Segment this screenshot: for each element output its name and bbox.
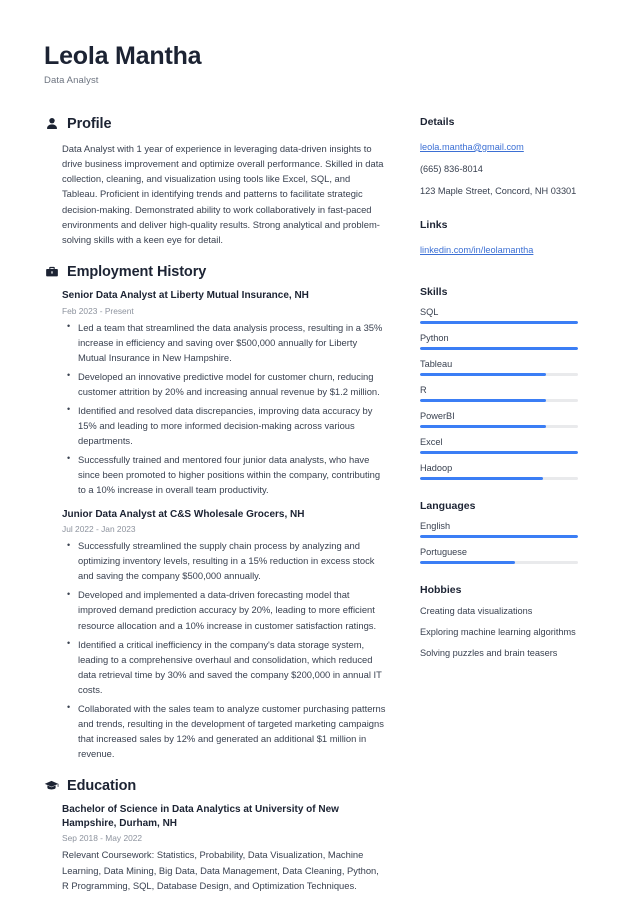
- bullet-item: Developed and implemented a data-driven …: [67, 587, 386, 632]
- skill-bar-fill: [420, 320, 578, 324]
- language-label: English: [420, 520, 451, 531]
- skill-bar-fill: [420, 346, 578, 350]
- phone-text: (665) 836-8014: [420, 163, 483, 174]
- skill-bar-fill: [420, 372, 547, 376]
- resume-header: Leola Mantha Data Analyst: [44, 42, 596, 86]
- email-link[interactable]: leola.mantha@gmail.com: [420, 141, 524, 155]
- hobby-item: Creating data visualizations: [420, 605, 533, 616]
- section-profile: Profile Data Analyst with 1 year of expe…: [44, 116, 386, 248]
- skill-label: PowerBI: [420, 410, 455, 421]
- resume-columns: Profile Data Analyst with 1 year of expe…: [44, 116, 596, 910]
- bullet-item: Identified a critical inefficiency in th…: [67, 636, 386, 697]
- skill-label: Python: [420, 332, 449, 343]
- skill-bar-track: [420, 450, 578, 454]
- section-body-employment: Senior Data Analyst at Liberty Mutual In…: [44, 289, 386, 761]
- education-entry-title: Bachelor of Science in Data Analytics at…: [62, 803, 339, 830]
- bullet-item: Successfully streamlined the supply chai…: [67, 538, 386, 583]
- language-item: English: [420, 521, 578, 538]
- education-entry-coursework: Relevant Coursework: Statistics, Probabi…: [62, 849, 379, 891]
- skill-label: SQL: [420, 306, 439, 317]
- skill-bar-track: [420, 476, 578, 480]
- skill-item: Hadoop: [420, 463, 578, 480]
- language-bar-fill: [420, 560, 515, 564]
- skill-item: SQL: [420, 307, 578, 324]
- bullet-item: Successfully trained and mentored four j…: [67, 451, 386, 497]
- employment-entry-date: Jul 2022 - Jan 2023: [62, 524, 136, 535]
- sidebar-title-hobbies: Hobbies: [420, 583, 462, 596]
- skill-bar-track: [420, 372, 578, 376]
- skill-label: R: [420, 384, 427, 395]
- user-icon: [44, 116, 59, 131]
- bullet-item: Identified and resolved data discrepanci…: [67, 402, 386, 448]
- section-header-education: Education: [44, 778, 386, 794]
- sidebar-column: Details leola.mantha@gmail.com (665) 836…: [404, 116, 578, 681]
- skill-bar-fill: [420, 476, 544, 480]
- main-column: Profile Data Analyst with 1 year of expe…: [44, 116, 404, 910]
- skill-item: Python: [420, 333, 578, 350]
- sidebar-block-skills: Skills SQL Python Tableau R PowerBI Exce…: [420, 286, 578, 480]
- sidebar-block-details: Details leola.mantha@gmail.com (665) 836…: [420, 116, 578, 199]
- sidebar-title-links: Links: [420, 218, 448, 231]
- skill-item: Tableau: [420, 359, 578, 376]
- skill-bar-fill: [420, 450, 578, 454]
- skill-label: Tableau: [420, 358, 453, 369]
- skill-item: PowerBI: [420, 411, 578, 428]
- hobby-item: Solving puzzles and brain teasers: [420, 647, 558, 658]
- skill-label: Hadoop: [420, 462, 453, 473]
- section-employment: Employment History Senior Data Analyst a…: [44, 264, 386, 761]
- sidebar-title-languages: Languages: [420, 499, 476, 512]
- section-body-profile: Data Analyst with 1 year of experience i…: [44, 141, 386, 248]
- section-education: Education Bachelor of Science in Data An…: [44, 778, 386, 893]
- employment-entry: Junior Data Analyst at C&S Wholesale Gro…: [62, 508, 386, 761]
- language-bar-track: [420, 560, 578, 564]
- skill-bar-track: [420, 424, 578, 428]
- sidebar-block-links: Links linkedin.com/in/leolamantha: [420, 219, 578, 266]
- sidebar-block-languages: Languages English Portuguese: [420, 500, 578, 564]
- skill-bar-fill: [420, 424, 547, 428]
- language-bar-track: [420, 534, 578, 538]
- employment-entry-bullets: Led a team that streamlined the data ana…: [62, 319, 386, 498]
- employment-entry-title: Senior Data Analyst at Liberty Mutual In…: [62, 290, 309, 302]
- linkedin-link[interactable]: linkedin.com/in/leolamantha: [420, 244, 533, 258]
- skill-bar-track: [420, 398, 578, 402]
- language-label: Portuguese: [420, 546, 467, 557]
- skill-bar-track: [420, 320, 578, 324]
- section-body-education: Bachelor of Science in Data Analytics at…: [44, 803, 386, 893]
- skill-label: Excel: [420, 436, 443, 447]
- candidate-name: Leola Mantha: [44, 42, 202, 70]
- skill-item: R: [420, 385, 578, 402]
- employment-entry-title: Junior Data Analyst at C&S Wholesale Gro…: [62, 509, 305, 521]
- skill-item: Excel: [420, 437, 578, 454]
- education-entry-date: Sep 2018 - May 2022: [62, 833, 143, 844]
- bullet-item: Developed an innovative predictive model…: [67, 368, 386, 399]
- graduation-cap-icon: [44, 778, 59, 793]
- section-title-education: Education: [67, 777, 137, 794]
- employment-entry-bullets: Successfully streamlined the supply chai…: [62, 538, 386, 761]
- employment-entry: Senior Data Analyst at Liberty Mutual In…: [62, 289, 386, 497]
- language-bar-fill: [420, 534, 578, 538]
- section-header-employment: Employment History: [44, 264, 386, 280]
- candidate-job-title: Data Analyst: [44, 74, 99, 86]
- section-header-profile: Profile: [44, 116, 386, 132]
- bullet-item: Led a team that streamlined the data ana…: [67, 319, 386, 365]
- sidebar-title-details: Details: [420, 115, 455, 128]
- hobby-item: Exploring machine learning algorithms: [420, 626, 576, 637]
- sidebar-block-hobbies: Hobbies Creating data visualizations Exp…: [420, 584, 578, 661]
- profile-text: Data Analyst with 1 year of experience i…: [62, 142, 384, 246]
- briefcase-icon: [44, 265, 59, 280]
- employment-entry-date: Feb 2023 - Present: [62, 305, 134, 316]
- education-entry: Bachelor of Science in Data Analytics at…: [62, 803, 386, 893]
- language-item: Portuguese: [420, 547, 578, 564]
- address-text: 123 Maple Street, Concord, NH 03301: [420, 185, 577, 196]
- skill-bar-track: [420, 346, 578, 350]
- sidebar-title-skills: Skills: [420, 285, 448, 298]
- bullet-item: Collaborated with the sales team to anal…: [67, 700, 386, 761]
- skill-bar-fill: [420, 398, 547, 402]
- resume-page: Leola Mantha Data Analyst Profile Data A…: [0, 0, 640, 905]
- section-title-employment: Employment History: [67, 264, 207, 281]
- section-title-profile: Profile: [67, 115, 112, 132]
